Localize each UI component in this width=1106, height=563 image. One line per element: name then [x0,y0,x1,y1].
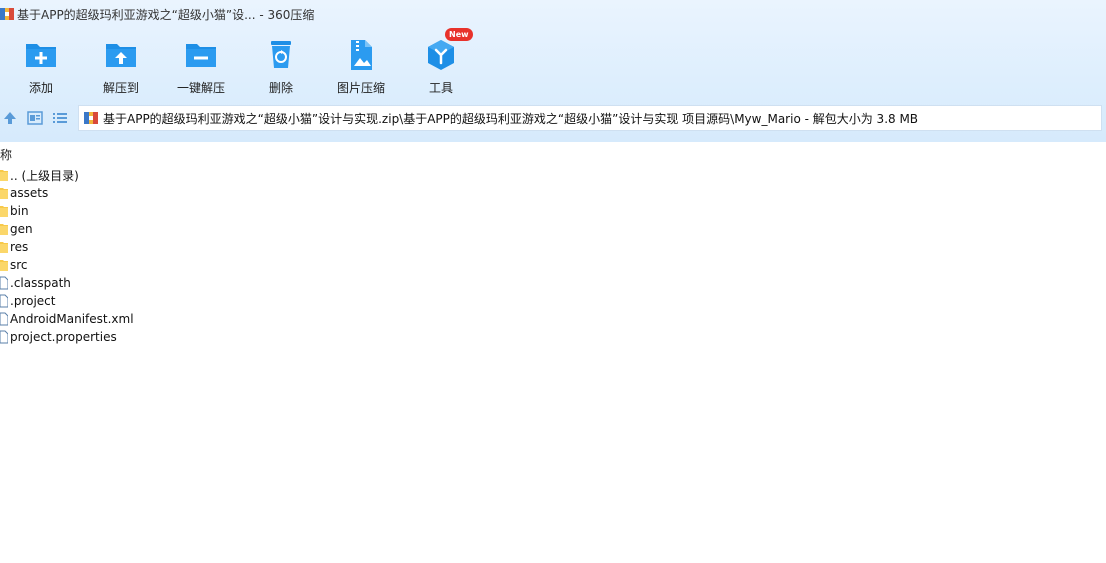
delete-label: 删除 [268,81,293,95]
path-bar[interactable]: 基于APP的超级玛利亚游戏之“超级小猫”设计与实现.zip\基于APP的超级玛利… [78,105,1102,131]
file-icon [0,276,8,290]
add-folder-icon [26,44,56,67]
recycle-bin-icon [271,41,291,68]
file-row[interactable]: AndroidManifest.xml [0,310,400,328]
toolbar: 添加 解压到 一键解压 删除 图片压缩 New 工具 [0,28,520,100]
image-compress-button[interactable]: 图片压缩 [321,30,401,96]
file-name: bin [10,204,29,218]
folder-row[interactable]: .. (上级目录) [0,166,400,184]
add-label: 添加 [28,81,53,95]
folder-row[interactable]: gen [0,220,400,238]
file-name: project.properties [10,330,117,344]
image-compress-icon [351,40,372,70]
new-badge: New [445,28,473,41]
file-name: res [10,240,29,254]
column-name-header[interactable]: 称 [0,146,12,163]
archive-app-icon [0,8,14,20]
file-name: AndroidManifest.xml [10,312,134,326]
folder-row[interactable]: assets [0,184,400,202]
folder-row[interactable]: bin [0,202,400,220]
window-title: 基于APP的超级玛利亚游戏之“超级小猫”设... - 360压缩 [17,8,315,22]
folder-icon [0,224,8,235]
folder-icon [0,206,8,217]
file-icon [0,330,8,344]
extract-to-icon [106,44,136,67]
folder-row[interactable]: src [0,256,400,274]
extract-to-button[interactable]: 解压到 [81,30,161,96]
file-name: gen [10,222,33,236]
view-mode-icon[interactable] [26,109,44,127]
tools-label: 工具 [428,81,453,95]
column-header: 称 [0,142,1106,164]
one-click-extract-button[interactable]: 一键解压 [161,30,241,96]
file-name: assets [10,186,49,200]
file-row[interactable]: .project [0,292,400,310]
title-bar: 基于APP的超级玛利亚游戏之“超级小猫”设... - 360压缩 [0,0,1106,28]
file-list: .. (上级目录) assets bin gen res src .classpath .pr… [0,166,400,346]
path-text: 基于APP的超级玛利亚游戏之“超级小猫”设计与实现.zip\基于APP的超级玛利… [103,111,919,126]
one-click-extract-icon [186,44,216,67]
navigation-bar: 基于APP的超级玛利亚游戏之“超级小猫”设计与实现.zip\基于APP的超级玛利… [0,104,1106,132]
file-icon [0,312,8,326]
file-row[interactable]: .classpath [0,274,400,292]
file-name: .project [10,294,56,308]
file-name: .classpath [10,276,71,290]
tools-cube-icon [428,40,454,70]
folder-icon [0,170,8,181]
add-button[interactable]: 添加 [1,30,81,96]
app-header: 基于APP的超级玛利亚游戏之“超级小猫”设... - 360压缩 添加 解压到 [0,0,1106,142]
folder-icon [0,242,8,253]
extract-to-label: 解压到 [102,81,139,95]
folder-icon [0,260,8,271]
arrow-up-icon[interactable] [1,109,19,127]
file-icon [0,294,8,308]
archive-icon [84,112,98,124]
folder-icon [0,188,8,199]
file-name: .. (上级目录) [10,168,79,183]
tools-button[interactable]: New 工具 [401,28,481,96]
image-compress-label: 图片压缩 [336,81,385,95]
file-row[interactable]: project.properties [0,328,400,346]
file-name: src [10,258,28,272]
one-click-extract-label: 一键解压 [176,81,225,95]
delete-button[interactable]: 删除 [241,30,321,96]
folder-row[interactable]: res [0,238,400,256]
list-view-icon[interactable] [51,109,69,127]
